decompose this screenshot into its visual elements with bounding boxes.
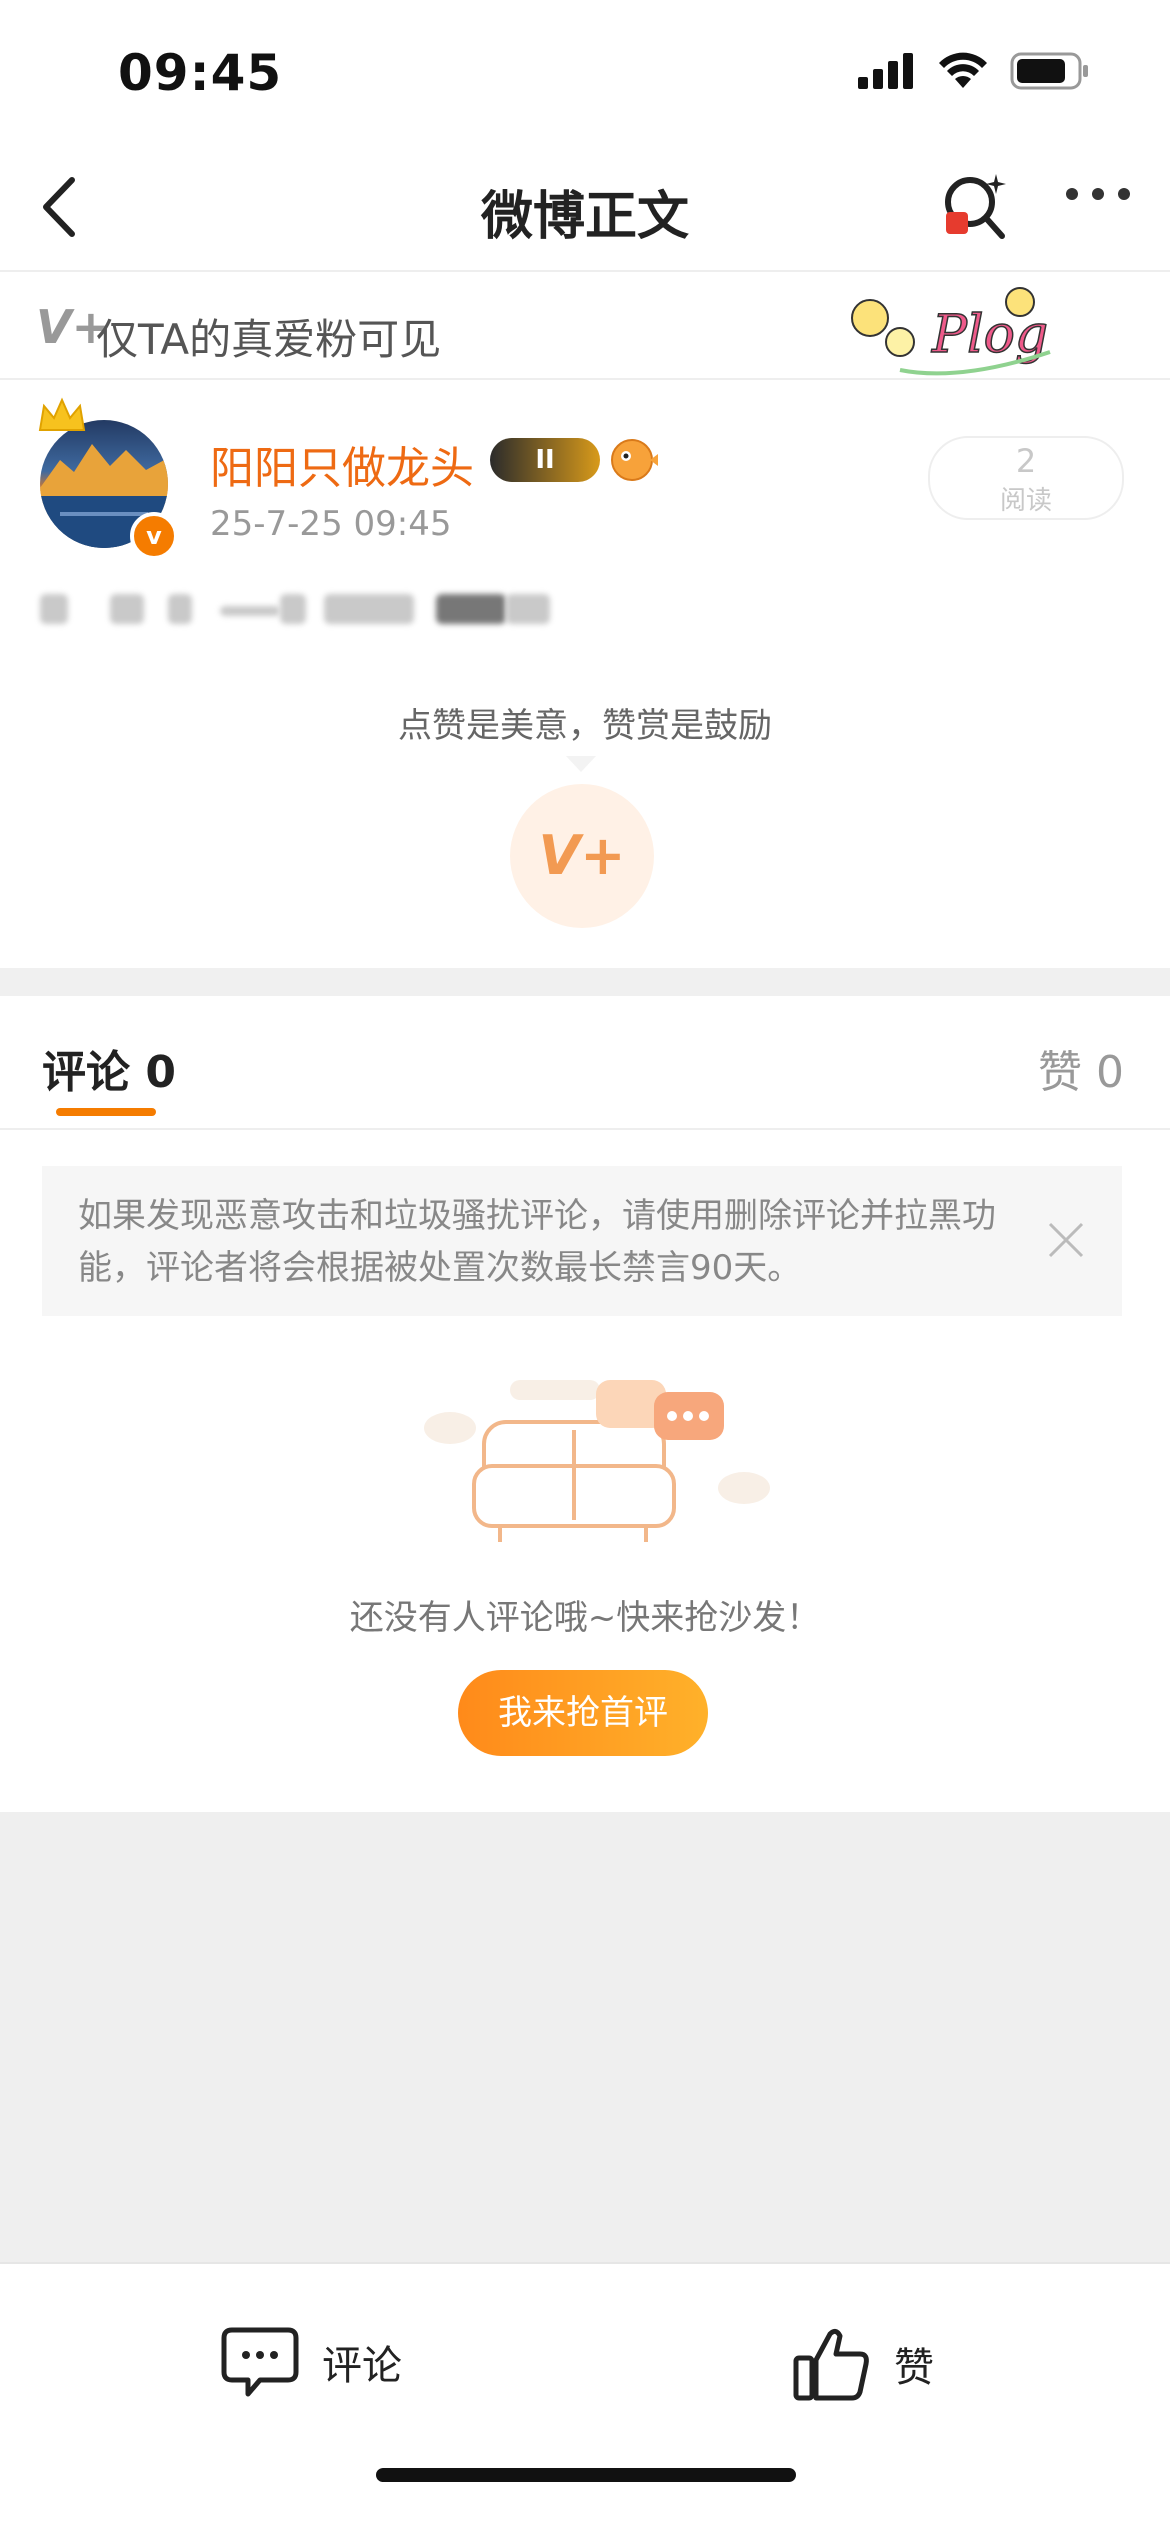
like-action-button[interactable]: 赞 — [792, 2324, 934, 2404]
read-count-box: 2 阅读 — [928, 436, 1124, 520]
reward-prompt-text: 点赞是美意，赞赏是鼓励 — [398, 706, 772, 746]
section-divider — [0, 968, 1170, 996]
crown-icon — [38, 397, 86, 431]
status-icons — [856, 52, 1090, 90]
plog-sticker-icon: Plog — [851, 287, 1051, 376]
empty-comments-text: 还没有人评论哦~快来抢沙发！ — [349, 1598, 821, 1638]
like-action-label: 赞 — [894, 2345, 934, 2391]
home-indicator — [376, 2468, 796, 2482]
search-icon[interactable] — [940, 170, 1010, 242]
banner-divider — [0, 378, 1170, 380]
bottom-action-bar: 评论 赞 — [0, 2262, 1170, 2534]
battery-icon — [1010, 52, 1088, 90]
comment-action-button[interactable]: 评论 — [220, 2324, 402, 2400]
read-label: 阅读 — [999, 486, 1052, 516]
more-options-icon[interactable] — [1066, 188, 1130, 200]
thumbs-up-icon — [793, 2328, 869, 2401]
wifi-icon — [939, 52, 987, 88]
tab-likes[interactable]: 赞 0 — [1038, 1036, 1124, 1100]
pufferfish-icon — [611, 439, 658, 481]
close-icon[interactable] — [1046, 1220, 1086, 1260]
empty-sofa-icon — [424, 1380, 770, 1542]
tabs-divider — [0, 1128, 1170, 1130]
first-comment-button[interactable]: 我来抢首评 — [458, 1670, 708, 1756]
comment-bubble-icon — [221, 2327, 299, 2397]
tab-comments[interactable]: 评论 0 — [42, 1036, 176, 1100]
cellular-signal-icon — [858, 53, 913, 89]
empty-area — [0, 1812, 1170, 2262]
reward-tooltip-arrow — [566, 756, 596, 772]
fan-only-visibility-text: 仅TA的真爱粉可见 — [96, 315, 442, 364]
reward-button[interactable]: V+ — [510, 784, 654, 928]
tab-active-indicator — [56, 1108, 156, 1116]
fan-level-badge[interactable]: II — [490, 438, 600, 482]
comment-policy-notice: 如果发现恶意攻击和垃圾骚扰评论，请使用删除评论并拉黑功能，评论者将会根据被处置次… — [42, 1166, 1122, 1316]
notice-text: 如果发现恶意攻击和垃圾骚扰评论，请使用删除评论并拉黑功能，评论者将会根据被处置次… — [78, 1196, 996, 1288]
post-timestamp: 25-7-25 09:45 — [210, 504, 452, 544]
verified-badge-icon: v — [130, 512, 178, 560]
status-time: 09:45 — [118, 44, 283, 102]
read-count: 2 — [1015, 442, 1037, 480]
nav-divider — [0, 270, 1170, 272]
username[interactable]: 阳阳只做龙头 — [210, 432, 474, 496]
comment-action-label: 评论 — [322, 2343, 402, 2389]
